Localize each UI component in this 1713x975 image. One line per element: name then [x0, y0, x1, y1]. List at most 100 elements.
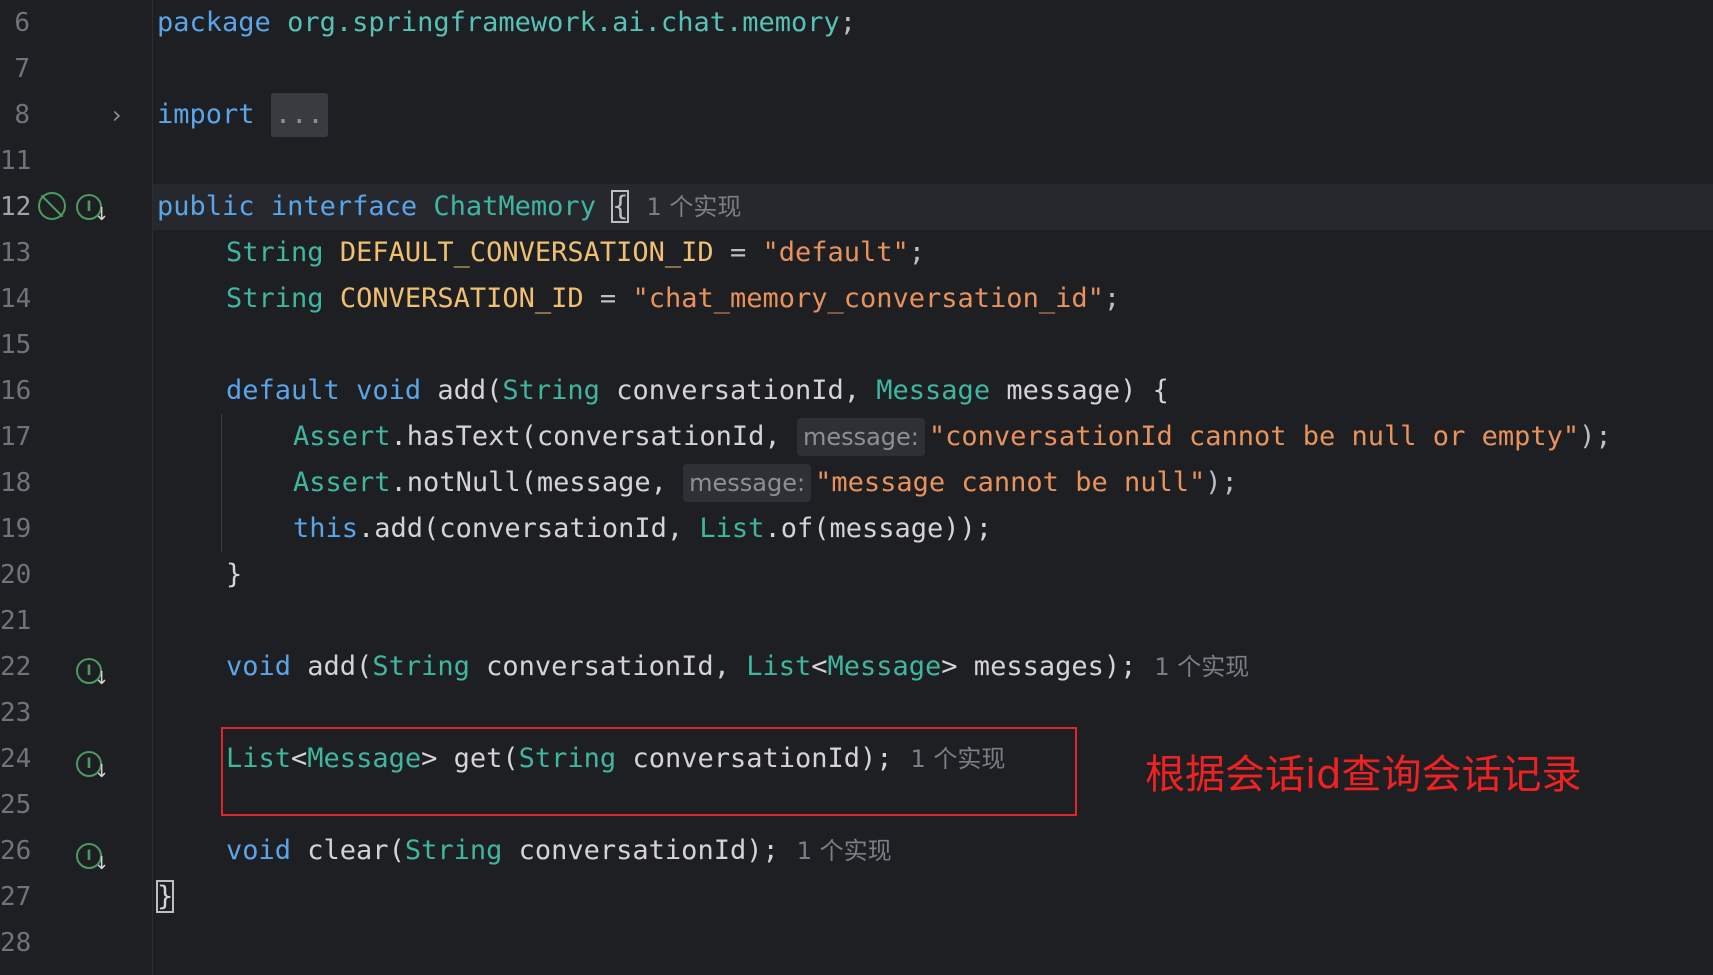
implementations-hint[interactable]: 1 个实现 — [1154, 653, 1249, 681]
code-line-6[interactable]: package org.springframework.ai.chat.memo… — [157, 0, 856, 46]
type-name: String — [404, 835, 503, 866]
implementations-hint[interactable]: 1 个实现 — [646, 193, 741, 221]
closing: ); — [1579, 421, 1612, 452]
method-name: clear( — [291, 835, 405, 866]
type-name: String — [226, 283, 324, 314]
parameter-hint: message: — [796, 418, 925, 456]
type-name: List — [746, 651, 812, 682]
line-number: 16 — [0, 376, 32, 406]
string-literal: "conversationId cannot be null or empty" — [928, 421, 1580, 452]
class-name: List — [699, 513, 765, 544]
code-line-16[interactable]: default void add(String conversationId, … — [226, 368, 1169, 414]
code-line-19[interactable]: this.add(conversationId, List.of(message… — [293, 506, 992, 552]
line-number: 8 — [14, 100, 30, 130]
method-call: .notNull(message, — [390, 467, 684, 498]
line-number: 14 — [0, 284, 32, 314]
down-arrow-icon: ↓ — [94, 204, 110, 225]
line-number: 19 — [0, 514, 32, 544]
code-line-14[interactable]: String CONVERSATION_ID = "chat_memory_co… — [226, 276, 1120, 322]
class-name: Assert — [293, 421, 391, 452]
annotation-text: 根据会话id查询会话记录 — [1145, 752, 1582, 798]
close-brace: } — [226, 559, 243, 590]
fold-chevron-icon[interactable]: › — [112, 101, 122, 129]
gutter-divider — [152, 0, 153, 975]
constant-name: DEFAULT_CONVERSATION_ID — [339, 237, 714, 268]
line-number: 6 — [14, 8, 30, 38]
code-line-12[interactable]: public interface ChatMemory {1 个实现 — [157, 184, 741, 230]
string-literal: "default" — [762, 237, 909, 268]
semicolon: ; — [908, 237, 926, 268]
open-brace: { — [611, 190, 630, 223]
parameter: > messages); — [941, 651, 1137, 682]
type-name: String — [372, 651, 470, 682]
type-name: String — [502, 375, 600, 406]
parameter: conversationId, — [469, 651, 747, 682]
method-call: .hasText(conversationId, — [390, 421, 797, 452]
type-name: Message — [827, 651, 942, 682]
method-name: add( — [291, 651, 373, 682]
parameter-hint: message: — [683, 464, 812, 502]
method-name: add( — [437, 375, 503, 406]
folded-imports[interactable]: ... — [270, 93, 328, 137]
keyword: default — [226, 375, 340, 406]
line-number: 24 — [0, 744, 32, 774]
string-literal: "message cannot be null" — [815, 467, 1206, 498]
code-line-8[interactable]: import ... — [157, 92, 328, 138]
line-number: 27 — [0, 882, 32, 912]
line-number: 11 — [0, 146, 32, 176]
close-brace: } — [155, 880, 175, 913]
line-number: 17 — [0, 422, 32, 452]
constant-name: CONVERSATION_ID — [339, 283, 584, 314]
line-number: 15 — [0, 330, 32, 360]
parameter: conversationId, — [599, 375, 877, 406]
code-line-18[interactable]: Assert.notNull(message, message: "message… — [293, 460, 1238, 506]
implementations-hint[interactable]: 1 个实现 — [797, 837, 892, 865]
method-call: .add(conversationId, — [358, 513, 700, 544]
down-arrow-icon: ↓ — [94, 761, 110, 782]
keyword: this — [293, 513, 359, 544]
line-number: 20 — [0, 560, 32, 590]
type-name: String — [226, 237, 324, 268]
down-arrow-icon: ↓ — [94, 668, 110, 689]
method-call: .of(message)); — [764, 513, 993, 544]
line-number: 28 — [0, 928, 32, 958]
closing: ); — [1205, 467, 1238, 498]
gutter: 6 7 8 11 12 13 14 15 16 17 18 19 20 21 2… — [0, 0, 152, 975]
line-number: 7 — [14, 54, 30, 84]
line-number: 25 — [0, 790, 32, 820]
code-line-26[interactable]: void clear(String conversationId); 1 个实现 — [226, 828, 892, 874]
keyword: void — [226, 835, 292, 866]
code-line-13[interactable]: String DEFAULT_CONVERSATION_ID = "defaul… — [226, 230, 925, 276]
line-number: 12 — [0, 192, 32, 222]
code-line-20[interactable]: } — [226, 552, 242, 598]
indent-guide — [221, 414, 222, 552]
line-number: 21 — [0, 606, 32, 636]
parameter: conversationId); — [502, 835, 779, 866]
operator: = — [713, 237, 763, 268]
semicolon: ; — [839, 7, 857, 38]
operator: = — [583, 283, 633, 314]
code-editor[interactable]: 6 7 8 11 12 13 14 15 16 17 18 19 20 21 2… — [0, 0, 1713, 975]
keyword: void — [226, 651, 292, 682]
down-arrow-icon: ↓ — [94, 853, 110, 874]
code-line-27[interactable]: } — [155, 874, 175, 920]
no-usages-icon[interactable] — [38, 192, 66, 220]
keyword: public — [157, 191, 255, 222]
keyword: void — [356, 375, 422, 406]
keyword: interface — [270, 191, 418, 222]
line-number: 23 — [0, 698, 32, 728]
highlight-box — [221, 727, 1077, 816]
code-line-17[interactable]: Assert.hasText(conversationId, message: "… — [293, 414, 1612, 460]
line-number: 13 — [0, 238, 32, 268]
line-number: 26 — [0, 836, 32, 866]
keyword: import — [157, 99, 255, 130]
line-number: 18 — [0, 468, 32, 498]
string-literal: "chat_memory_conversation_id" — [632, 283, 1104, 314]
code-line-22[interactable]: void add(String conversationId, List<Mes… — [226, 644, 1249, 690]
angle-bracket: < — [811, 651, 828, 682]
parameter: message) { — [990, 375, 1169, 406]
package-name: org.springframework.ai.chat.memory — [287, 7, 840, 38]
type-name: ChatMemory — [433, 191, 596, 222]
keyword: package — [157, 7, 271, 38]
class-name: Assert — [293, 467, 391, 498]
